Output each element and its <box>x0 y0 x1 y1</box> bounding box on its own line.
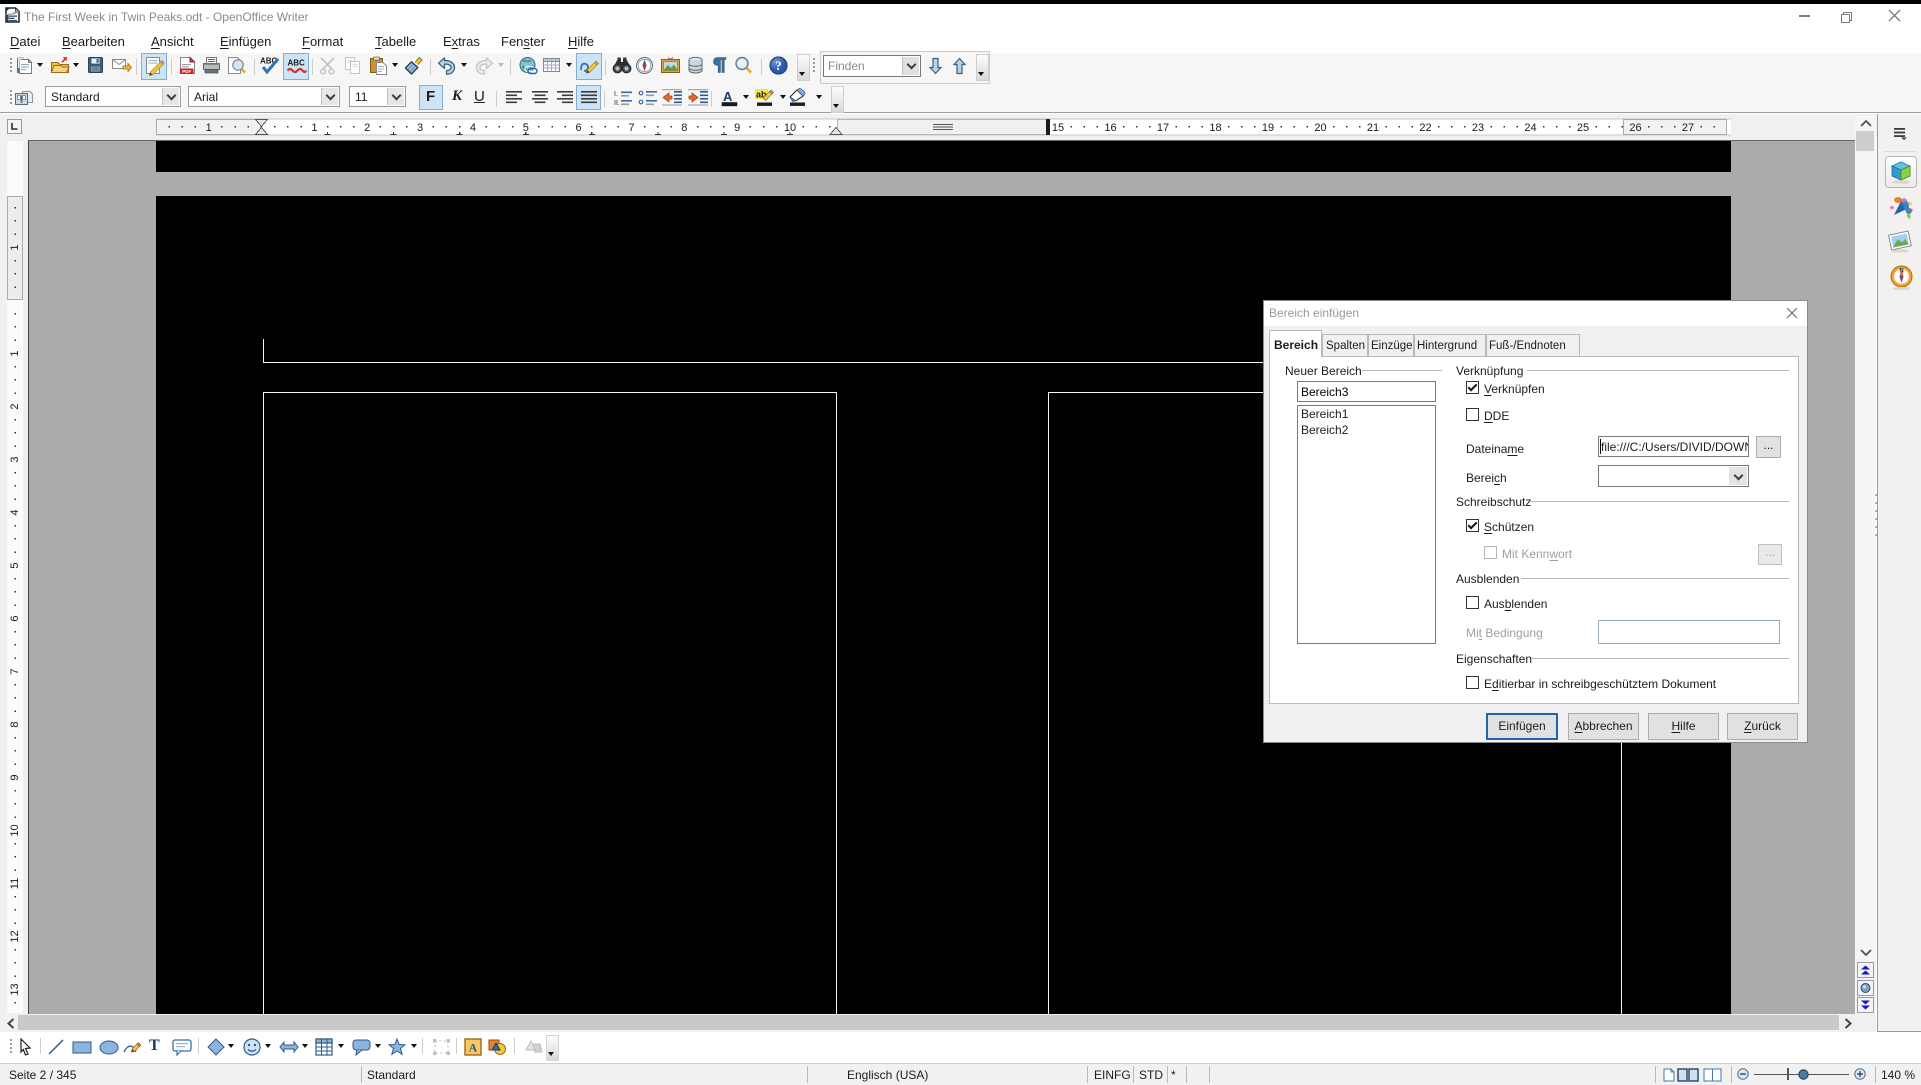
svg-text:4: 4 <box>9 509 21 515</box>
svg-text:6: 6 <box>576 122 582 134</box>
svg-text:21: 21 <box>1367 122 1379 134</box>
svg-text:15: 15 <box>1052 122 1064 134</box>
svg-text:8: 8 <box>681 122 687 134</box>
svg-text:23: 23 <box>1472 122 1484 134</box>
svg-text:20: 20 <box>1314 122 1326 134</box>
svg-text:19: 19 <box>1262 122 1274 134</box>
svg-text:16: 16 <box>1104 122 1116 134</box>
svg-text:A: A <box>723 89 733 104</box>
svg-text:7: 7 <box>9 668 21 674</box>
svg-text:24: 24 <box>1524 122 1536 134</box>
svg-text:12: 12 <box>9 930 21 942</box>
svg-text:2: 2 <box>364 122 370 134</box>
svg-text:9: 9 <box>9 774 21 780</box>
svg-text:3: 3 <box>417 122 423 134</box>
svg-text:ABC: ABC <box>288 59 306 68</box>
svg-text:5: 5 <box>9 562 21 568</box>
svg-text:26: 26 <box>1629 122 1641 134</box>
svg-text:?: ? <box>775 59 781 73</box>
svg-text:PDF: PDF <box>182 69 191 74</box>
svg-text:9: 9 <box>734 122 740 134</box>
svg-text:1: 1 <box>9 350 21 356</box>
svg-text:2: 2 <box>9 403 21 409</box>
svg-text:22: 22 <box>1419 122 1431 134</box>
svg-text:10: 10 <box>9 824 21 836</box>
svg-text:27: 27 <box>1682 122 1694 134</box>
svg-text:1: 1 <box>311 122 317 134</box>
svg-text:7: 7 <box>628 122 634 134</box>
svg-text:II.: II. <box>614 100 620 106</box>
svg-text:1: 1 <box>206 122 212 134</box>
svg-text:3: 3 <box>9 456 21 462</box>
svg-text:8: 8 <box>9 721 21 727</box>
svg-text:6: 6 <box>9 615 21 621</box>
svg-text:25: 25 <box>1577 122 1589 134</box>
svg-text:11: 11 <box>9 878 21 889</box>
svg-text:1: 1 <box>9 244 21 250</box>
svg-text:13: 13 <box>9 983 21 995</box>
svg-text:17: 17 <box>1157 122 1169 134</box>
svg-text:A: A <box>469 1041 478 1055</box>
svg-text:I.: I. <box>614 91 618 98</box>
svg-text:4: 4 <box>470 122 476 134</box>
svg-text:18: 18 <box>1209 122 1221 134</box>
